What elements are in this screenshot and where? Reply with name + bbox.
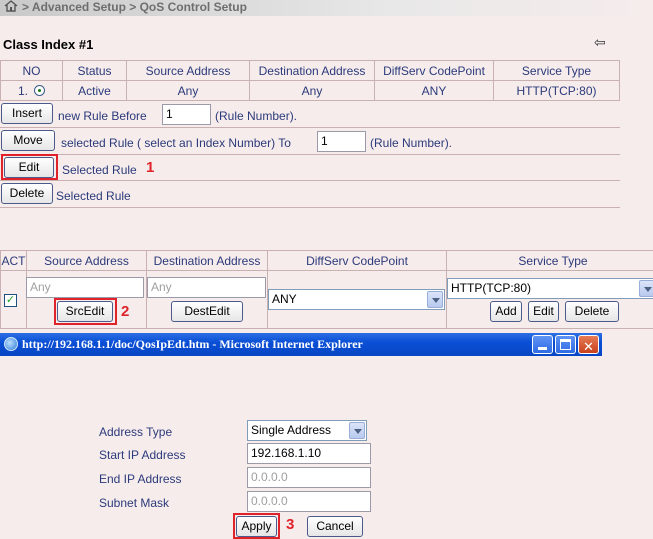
edit-text: Selected Rule [62,163,137,177]
row-no-cell: 1. [0,80,63,101]
move-text: selected Rule ( select an Index Number) … [61,136,291,150]
insert-rule-number-input[interactable]: 1 [162,104,211,125]
col-diffserv-codepoint: DiffServ CodePoint [267,250,447,271]
class-title: Class Index #1 [3,37,94,52]
back-arrow-icon[interactable]: ⇦ [594,34,606,51]
start-ip-label: Start IP Address [99,448,186,462]
minimize-button[interactable] [532,335,553,354]
rules-table: NO Status Source Address Destination Add… [0,60,620,101]
col-diffserv: DiffServ CodePoint [374,60,494,81]
step-3-label: 3 [286,516,295,533]
end-ip-input[interactable]: 0.0.0.0 [247,467,371,488]
maximize-icon [560,339,571,350]
diffserv-selected: ANY [272,292,297,306]
row-diffserv: ANY [374,80,494,101]
dest-edit-button[interactable]: DestEdit [171,301,243,322]
step-2-label: 2 [121,303,130,320]
end-ip-label: End IP Address [99,472,182,486]
rules-table-header: NO Status Source Address Destination Add… [0,60,620,81]
row-number: 1. [17,83,28,98]
service-type-select[interactable]: HTTP(TCP:80) [447,278,653,299]
subnet-mask-label: Subnet Mask [99,496,170,510]
row-destination: Any [249,80,375,101]
move-button[interactable]: Move [1,130,55,151]
address-type-label: Address Type [99,425,173,439]
delete-text: Selected Rule [56,189,131,203]
chevron-down-icon[interactable] [639,280,653,297]
highlight-edit [1,154,58,180]
service-type-selected: HTTP(TCP:80) [451,281,532,295]
highlight-src-edit [54,298,117,325]
minimize-icon [538,347,547,350]
divider [0,207,620,208]
delete-service-button[interactable]: Delete [565,301,619,322]
close-icon: ✕ [583,340,594,355]
row-service: HTTP(TCP:80) [493,80,620,101]
source-address-input[interactable]: Any [26,277,144,298]
divider [0,154,620,155]
move-rule-number-input[interactable]: 1 [317,131,366,152]
col-service: Service Type [493,60,620,81]
ie-window-title: http://192.168.1.1/doc/QosIpEdt.htm - Mi… [22,337,363,351]
row-source: Any [126,80,250,101]
col-service-type: Service Type [446,250,653,271]
col-act: ACT [0,250,27,271]
diffserv-select[interactable]: ANY [268,289,445,310]
chevron-down-icon[interactable] [349,422,365,439]
col-no: NO [0,60,63,81]
col-status: Status [62,60,127,81]
destination-address-input[interactable]: Any [147,277,266,298]
step-1-label: 1 [146,159,155,176]
insert-suffix: (Rule Number). [215,109,298,123]
col-destination: Destination Address [249,60,375,81]
highlight-apply [233,513,280,539]
col-destination-address: Destination Address [146,250,268,271]
add-service-button[interactable]: Add [490,301,522,322]
delete-rule-button[interactable]: Delete [1,183,53,204]
edit-service-button[interactable]: Edit [528,301,559,322]
row-status: Active [62,80,127,101]
move-suffix: (Rule Number). [370,136,453,150]
home-icon[interactable] [4,0,18,12]
subnet-mask-input[interactable]: 0.0.0.0 [247,491,371,512]
address-type-select[interactable]: Single Address [247,420,367,441]
cancel-button[interactable]: Cancel [307,516,363,537]
address-type-selected: Single Address [251,423,332,437]
divider [0,127,620,128]
col-source: Source Address [126,60,250,81]
breadcrumb-text: > Advanced Setup > QoS Control Setup [22,0,247,14]
insert-button[interactable]: Insert [1,103,53,124]
start-ip-input[interactable]: 192.168.1.10 [247,443,371,464]
ie-logo-icon [4,337,18,351]
edit-table-header: ACT Source Address Destination Address D… [0,250,653,271]
divider [0,180,620,181]
chevron-down-icon[interactable] [427,291,443,308]
active-checkbox[interactable]: ✓ [4,294,17,307]
maximize-button[interactable] [555,335,576,354]
ie-window-titlebar[interactable]: http://192.168.1.1/doc/QosIpEdt.htm - Mi… [0,333,602,356]
table-row: 1. Active Any Any ANY HTTP(TCP:80) [0,80,620,101]
insert-text: new Rule Before [58,109,147,123]
col-source-address: Source Address [26,250,147,271]
close-button[interactable]: ✕ [578,335,599,355]
row-select-radio[interactable] [34,84,45,96]
breadcrumb: > Advanced Setup > QoS Control Setup [0,0,653,16]
